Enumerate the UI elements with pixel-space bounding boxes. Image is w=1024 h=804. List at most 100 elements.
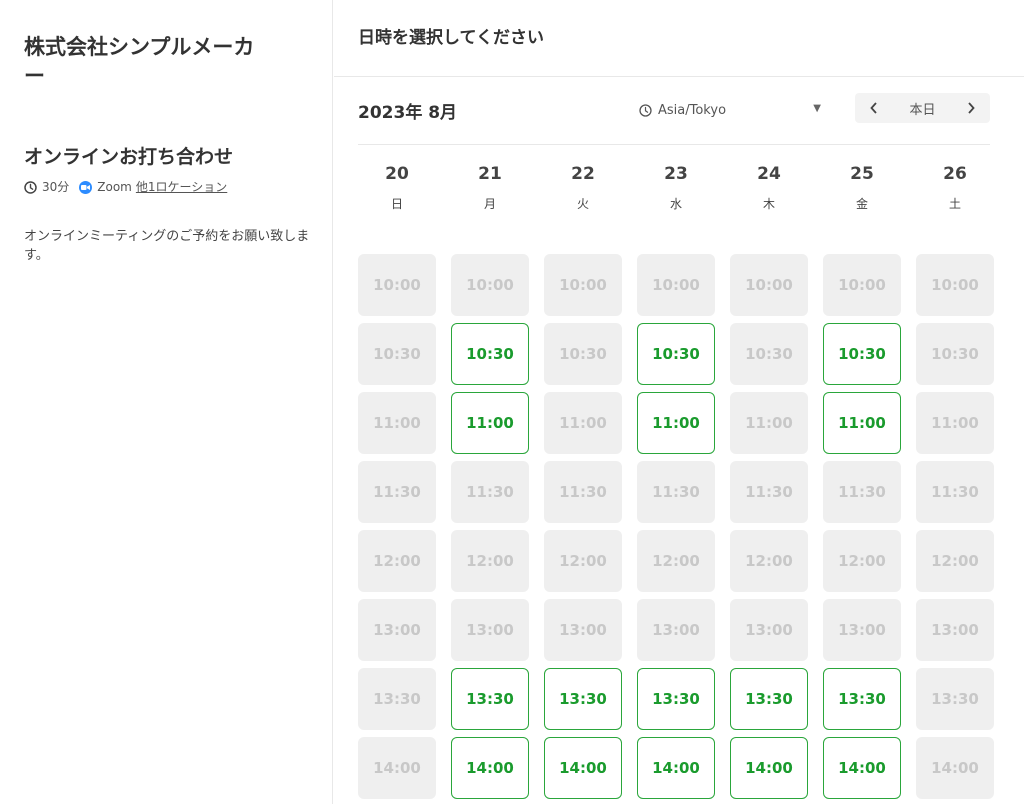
weekday-label: 水 — [669, 197, 682, 211]
week-navigation: 本日 — [855, 93, 990, 123]
weekday-label: 土 — [948, 197, 961, 211]
event-duration: 30分 — [42, 180, 70, 194]
time-slot-unavailable: 11:00 — [358, 392, 436, 454]
chevron-left-icon — [870, 102, 877, 114]
time-slot-unavailable: 12:00 — [730, 530, 808, 592]
time-slot-available[interactable]: 13:30 — [823, 668, 901, 730]
time-slot-unavailable: 10:30 — [916, 323, 994, 385]
time-slot-unavailable: 11:00 — [544, 392, 622, 454]
time-slot-available[interactable]: 13:30 — [637, 668, 715, 730]
other-locations-link[interactable]: 他1ロケーション — [136, 179, 227, 195]
day-number: 23 — [664, 164, 688, 184]
time-slot-unavailable: 12:00 — [358, 530, 436, 592]
company-name: 株式会社シンプルメーカー — [24, 35, 255, 88]
weekday-label: 日 — [390, 197, 403, 211]
time-slot-unavailable: 13:30 — [916, 668, 994, 730]
day-number: 22 — [571, 164, 595, 184]
time-slot-unavailable: 10:00 — [451, 254, 529, 316]
day-number: 25 — [850, 164, 874, 184]
day-header: 23 水 — [637, 160, 715, 212]
day-number: 20 — [385, 164, 409, 184]
day-header: 25 金 — [823, 160, 901, 212]
prev-week-button[interactable] — [865, 97, 883, 119]
time-slot-available[interactable]: 11:00 — [637, 392, 715, 454]
time-slot-available[interactable]: 13:30 — [451, 668, 529, 730]
time-slot-unavailable: 10:00 — [823, 254, 901, 316]
time-slot-unavailable: 11:30 — [451, 461, 529, 523]
time-slot-available[interactable]: 10:30 — [451, 323, 529, 385]
time-slot-unavailable: 12:00 — [823, 530, 901, 592]
time-slot-unavailable: 13:00 — [358, 599, 436, 661]
time-slot-unavailable: 12:00 — [544, 530, 622, 592]
time-slot-unavailable: 10:00 — [916, 254, 994, 316]
time-slot-available[interactable]: 14:00 — [451, 737, 529, 799]
clock-icon — [639, 103, 652, 117]
time-slot-available[interactable]: 14:00 — [637, 737, 715, 799]
calendar-header: 日時を選択してください — [334, 0, 1024, 77]
time-slot-available[interactable]: 13:30 — [544, 668, 622, 730]
time-slot-unavailable: 13:00 — [544, 599, 622, 661]
time-slot-unavailable: 11:30 — [730, 461, 808, 523]
weekday-label: 火 — [576, 197, 589, 211]
time-slot-unavailable: 11:00 — [730, 392, 808, 454]
weekday-label: 金 — [855, 197, 868, 211]
time-slot-unavailable: 11:30 — [544, 461, 622, 523]
time-slot-unavailable: 11:30 — [358, 461, 436, 523]
time-slot-unavailable: 10:30 — [358, 323, 436, 385]
time-slot-unavailable: 10:00 — [730, 254, 808, 316]
time-slot-available[interactable]: 14:00 — [823, 737, 901, 799]
day-number: 24 — [757, 164, 781, 184]
day-header: 24 木 — [730, 160, 808, 212]
time-slot-unavailable: 13:00 — [637, 599, 715, 661]
calendar-panel: 日時を選択してください 2023年 8月 Asia/Tokyo ▼ 本日 20 … — [334, 0, 1024, 804]
platform-label: Zoom — [97, 180, 132, 194]
time-slot-unavailable: 13:00 — [730, 599, 808, 661]
today-button[interactable]: 本日 — [909, 99, 935, 118]
time-slot-unavailable: 11:00 — [916, 392, 994, 454]
event-info-panel: 株式会社シンプルメーカー オンラインお打ち合わせ 30分 Zoom 他1ロケーシ… — [0, 0, 333, 804]
time-slot-available[interactable]: 11:00 — [823, 392, 901, 454]
caret-down-icon: ▼ — [813, 103, 821, 114]
time-slot-unavailable: 14:00 — [358, 737, 436, 799]
day-number: 26 — [943, 164, 967, 184]
time-slot-unavailable: 14:00 — [916, 737, 994, 799]
event-title: オンラインお打ち合わせ — [24, 146, 234, 168]
day-header-row: 20 日 21 月 22 火 23 水 24 木 25 金 26 土 — [358, 160, 990, 212]
time-slot-unavailable: 10:30 — [730, 323, 808, 385]
time-slot-unavailable: 13:30 — [358, 668, 436, 730]
month-label: 2023年 8月 — [358, 103, 458, 123]
page-title: 日時を選択してください — [358, 28, 544, 48]
day-header: 26 土 — [916, 160, 994, 212]
time-slot-unavailable: 13:00 — [916, 599, 994, 661]
time-slot-available[interactable]: 10:30 — [637, 323, 715, 385]
time-slot-unavailable: 12:00 — [637, 530, 715, 592]
day-header: 22 火 — [544, 160, 622, 212]
time-slot-unavailable: 12:00 — [451, 530, 529, 592]
time-slot-available[interactable]: 11:00 — [451, 392, 529, 454]
event-meta: 30分 Zoom 他1ロケーション — [24, 179, 227, 195]
time-slot-unavailable: 11:30 — [823, 461, 901, 523]
time-slot-unavailable: 10:00 — [358, 254, 436, 316]
event-description: オンラインミーティングのご予約をお願い致します。 — [24, 229, 310, 263]
zoom-video-icon — [79, 180, 93, 194]
time-slot-unavailable: 11:30 — [637, 461, 715, 523]
day-header: 21 月 — [451, 160, 529, 212]
time-slot-unavailable: 10:00 — [544, 254, 622, 316]
time-slot-available[interactable]: 14:00 — [730, 737, 808, 799]
weekday-label: 月 — [483, 197, 496, 211]
time-slot-available[interactable]: 14:00 — [544, 737, 622, 799]
day-number: 21 — [478, 164, 502, 184]
timezone-select[interactable]: Asia/Tokyo ▼ — [639, 97, 821, 123]
calendar-toolbar: 2023年 8月 Asia/Tokyo ▼ 本日 — [334, 77, 1024, 143]
time-slot-unavailable: 11:30 — [916, 461, 994, 523]
time-slot-available[interactable]: 10:30 — [823, 323, 901, 385]
booking-page: 株式会社シンプルメーカー オンラインお打ち合わせ 30分 Zoom 他1ロケーシ… — [0, 0, 1024, 804]
next-week-button[interactable] — [962, 97, 980, 119]
timezone-value: Asia/Tokyo — [658, 102, 727, 118]
clock-icon — [24, 180, 37, 194]
header-divider — [358, 144, 990, 145]
day-header: 20 日 — [358, 160, 436, 212]
time-slot-available[interactable]: 13:30 — [730, 668, 808, 730]
time-slot-unavailable: 13:00 — [451, 599, 529, 661]
time-slot-unavailable: 13:00 — [823, 599, 901, 661]
